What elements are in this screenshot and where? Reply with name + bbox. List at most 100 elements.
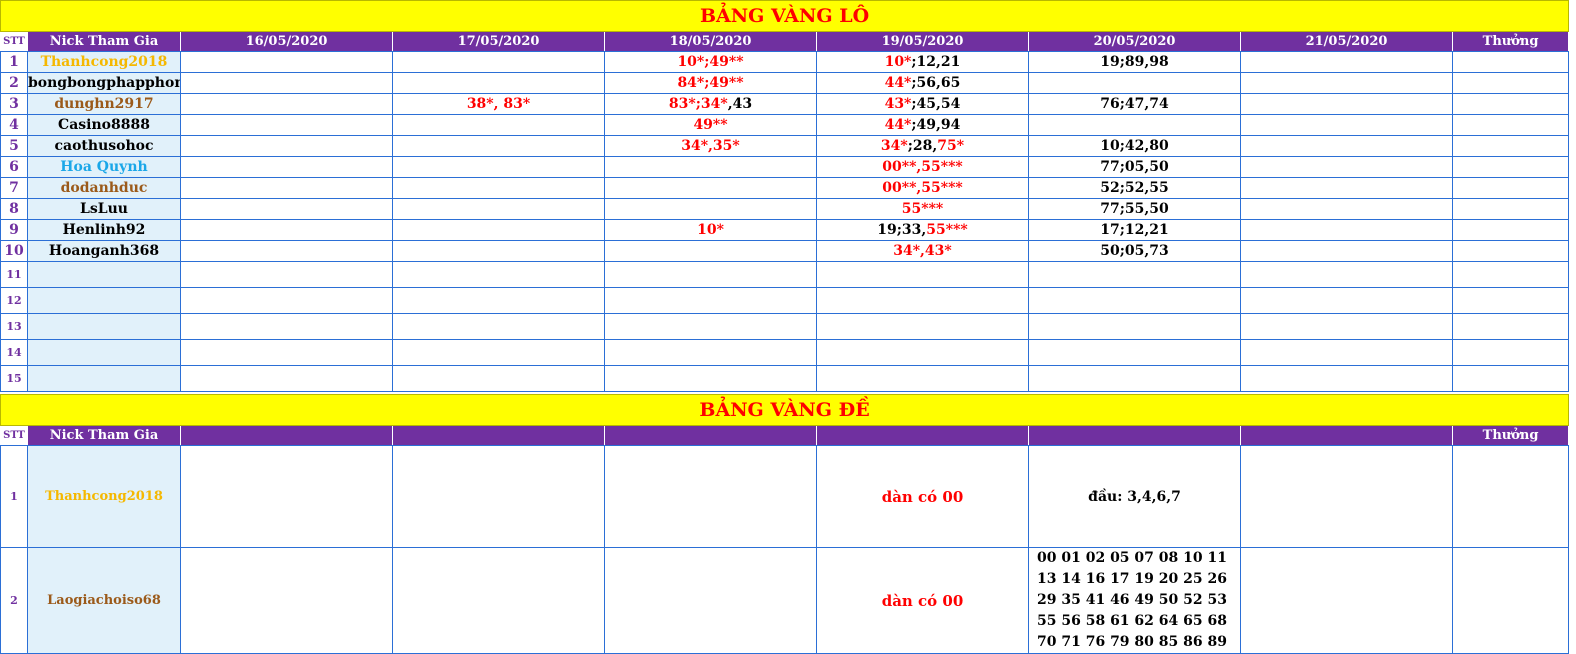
lo-row-nick[interactable]: [27, 339, 181, 366]
lo-cell-17/05/2020[interactable]: [392, 72, 605, 94]
lo-cell[interactable]: [816, 365, 1029, 392]
lo-cell-16/05/2020[interactable]: [180, 156, 393, 178]
lo-cell-19/05/2020[interactable]: 00**,55***: [816, 156, 1029, 178]
de-header-blank[interactable]: [1028, 425, 1241, 446]
lo-cell-20/05/2020[interactable]: 77;55,50: [1028, 198, 1241, 220]
lo-header-date-1[interactable]: 16/05/2020: [180, 31, 393, 52]
lo-cell[interactable]: [604, 261, 817, 288]
de-cell[interactable]: [1451, 547, 1570, 654]
lo-cell-18/05/2020[interactable]: 34*,35*: [604, 135, 817, 157]
lo-cell-19/05/2020[interactable]: 44*;49,94: [816, 114, 1029, 136]
de-cell[interactable]: [1240, 547, 1453, 654]
lo-cell-20/05/2020[interactable]: 19;89,98: [1028, 51, 1241, 73]
lo-cell[interactable]: [1028, 287, 1241, 314]
lo-header-stt[interactable]: STT: [0, 31, 28, 52]
lo-cell[interactable]: [604, 365, 817, 392]
lo-cell-reward[interactable]: [1451, 51, 1570, 73]
lo-cell-21/05/2020[interactable]: [1240, 177, 1453, 199]
lo-cell-18/05/2020[interactable]: 10*: [604, 219, 817, 241]
lo-cell-17/05/2020[interactable]: 38*, 83*: [392, 93, 605, 115]
lo-cell-reward[interactable]: [1451, 156, 1570, 178]
lo-cell[interactable]: [1451, 339, 1570, 366]
lo-cell-20/05/2020[interactable]: 76;47,74: [1028, 93, 1241, 115]
de-row-stt[interactable]: 2: [0, 547, 28, 654]
lo-row-stt[interactable]: 1: [0, 51, 28, 73]
de-header-blank[interactable]: [604, 425, 817, 446]
lo-cell-21/05/2020[interactable]: [1240, 114, 1453, 136]
de-header-blank[interactable]: [180, 425, 393, 446]
lo-cell[interactable]: [1240, 261, 1453, 288]
de-cell[interactable]: [1451, 445, 1570, 548]
de-row-stt[interactable]: 1: [0, 445, 28, 548]
lo-row-stt[interactable]: 4: [0, 114, 28, 136]
lo-cell-19/05/2020[interactable]: 19;33,55***: [816, 219, 1029, 241]
lo-cell-19/05/2020[interactable]: 00**,55***: [816, 177, 1029, 199]
lo-row-nick[interactable]: Casino8888: [27, 114, 181, 136]
lo-row-stt[interactable]: 14: [0, 339, 28, 366]
lo-header-date-2[interactable]: 17/05/2020: [392, 31, 605, 52]
lo-cell[interactable]: [1028, 365, 1241, 392]
lo-cell-reward[interactable]: [1451, 240, 1570, 262]
lo-cell-17/05/2020[interactable]: [392, 240, 605, 262]
lo-cell-16/05/2020[interactable]: [180, 72, 393, 94]
lo-cell-21/05/2020[interactable]: [1240, 72, 1453, 94]
lo-cell-18/05/2020[interactable]: 84*;49**: [604, 72, 817, 94]
lo-header-nick[interactable]: Nick Tham Gia: [27, 31, 181, 52]
lo-cell-18/05/2020[interactable]: [604, 240, 817, 262]
lo-cell-16/05/2020[interactable]: [180, 198, 393, 220]
lo-row-stt[interactable]: 2: [0, 72, 28, 94]
lo-cell-20/05/2020[interactable]: 10;42,80: [1028, 135, 1241, 157]
de-header-reward[interactable]: Thưởng: [1451, 425, 1570, 446]
de-cell[interactable]: [392, 547, 605, 654]
lo-header-date-5[interactable]: 20/05/2020: [1028, 31, 1241, 52]
lo-cell-20/05/2020[interactable]: 52;52,55: [1028, 177, 1241, 199]
lo-cell[interactable]: [180, 261, 393, 288]
lo-row-stt[interactable]: 7: [0, 177, 28, 199]
de-cell-19[interactable]: dàn có 00: [816, 547, 1029, 654]
lo-row-nick[interactable]: Hoanganh368: [27, 240, 181, 262]
lo-row-nick[interactable]: dodanhduc: [27, 177, 181, 199]
lo-cell[interactable]: [180, 313, 393, 340]
lo-cell-21/05/2020[interactable]: [1240, 219, 1453, 241]
lo-row-stt[interactable]: 9: [0, 219, 28, 241]
de-cell[interactable]: [1240, 445, 1453, 548]
lo-cell[interactable]: [1028, 261, 1241, 288]
de-title[interactable]: BẢNG VÀNG ĐỀ: [0, 394, 1570, 426]
lo-cell[interactable]: [1451, 313, 1570, 340]
lo-cell-21/05/2020[interactable]: [1240, 51, 1453, 73]
lo-row-stt[interactable]: 6: [0, 156, 28, 178]
lo-row-stt[interactable]: 10: [0, 240, 28, 262]
lo-row-nick[interactable]: [27, 365, 181, 392]
lo-cell-17/05/2020[interactable]: [392, 135, 605, 157]
lo-cell-20/05/2020[interactable]: [1028, 72, 1241, 94]
lo-cell-18/05/2020[interactable]: 10*;49**: [604, 51, 817, 73]
lo-cell-17/05/2020[interactable]: [392, 156, 605, 178]
lo-cell-20/05/2020[interactable]: [1028, 114, 1241, 136]
lo-row-stt[interactable]: 15: [0, 365, 28, 392]
lo-row-nick[interactable]: caothusohoc: [27, 135, 181, 157]
lo-cell-reward[interactable]: [1451, 177, 1570, 199]
lo-cell[interactable]: [392, 287, 605, 314]
de-header-blank[interactable]: [816, 425, 1029, 446]
lo-cell[interactable]: [1240, 313, 1453, 340]
lo-cell[interactable]: [1451, 365, 1570, 392]
lo-row-nick[interactable]: bongbongphapphong: [27, 72, 181, 94]
lo-cell-17/05/2020[interactable]: [392, 177, 605, 199]
de-cell[interactable]: [180, 445, 393, 548]
lo-row-nick[interactable]: LsLuu: [27, 198, 181, 220]
lo-cell-16/05/2020[interactable]: [180, 240, 393, 262]
lo-cell[interactable]: [392, 339, 605, 366]
lo-cell[interactable]: [604, 287, 817, 314]
de-row-nick[interactable]: Laogiachoiso68: [27, 547, 181, 654]
lo-row-nick[interactable]: [27, 313, 181, 340]
lo-cell-18/05/2020[interactable]: [604, 177, 817, 199]
lo-cell[interactable]: [180, 287, 393, 314]
lo-cell[interactable]: [604, 313, 817, 340]
de-row-nick[interactable]: Thanhcong2018: [27, 445, 181, 548]
lo-cell-19/05/2020[interactable]: 43*;45,54: [816, 93, 1029, 115]
lo-row-stt[interactable]: 5: [0, 135, 28, 157]
lo-cell[interactable]: [1451, 287, 1570, 314]
lo-cell[interactable]: [392, 261, 605, 288]
lo-row-stt[interactable]: 13: [0, 313, 28, 340]
lo-cell-16/05/2020[interactable]: [180, 135, 393, 157]
